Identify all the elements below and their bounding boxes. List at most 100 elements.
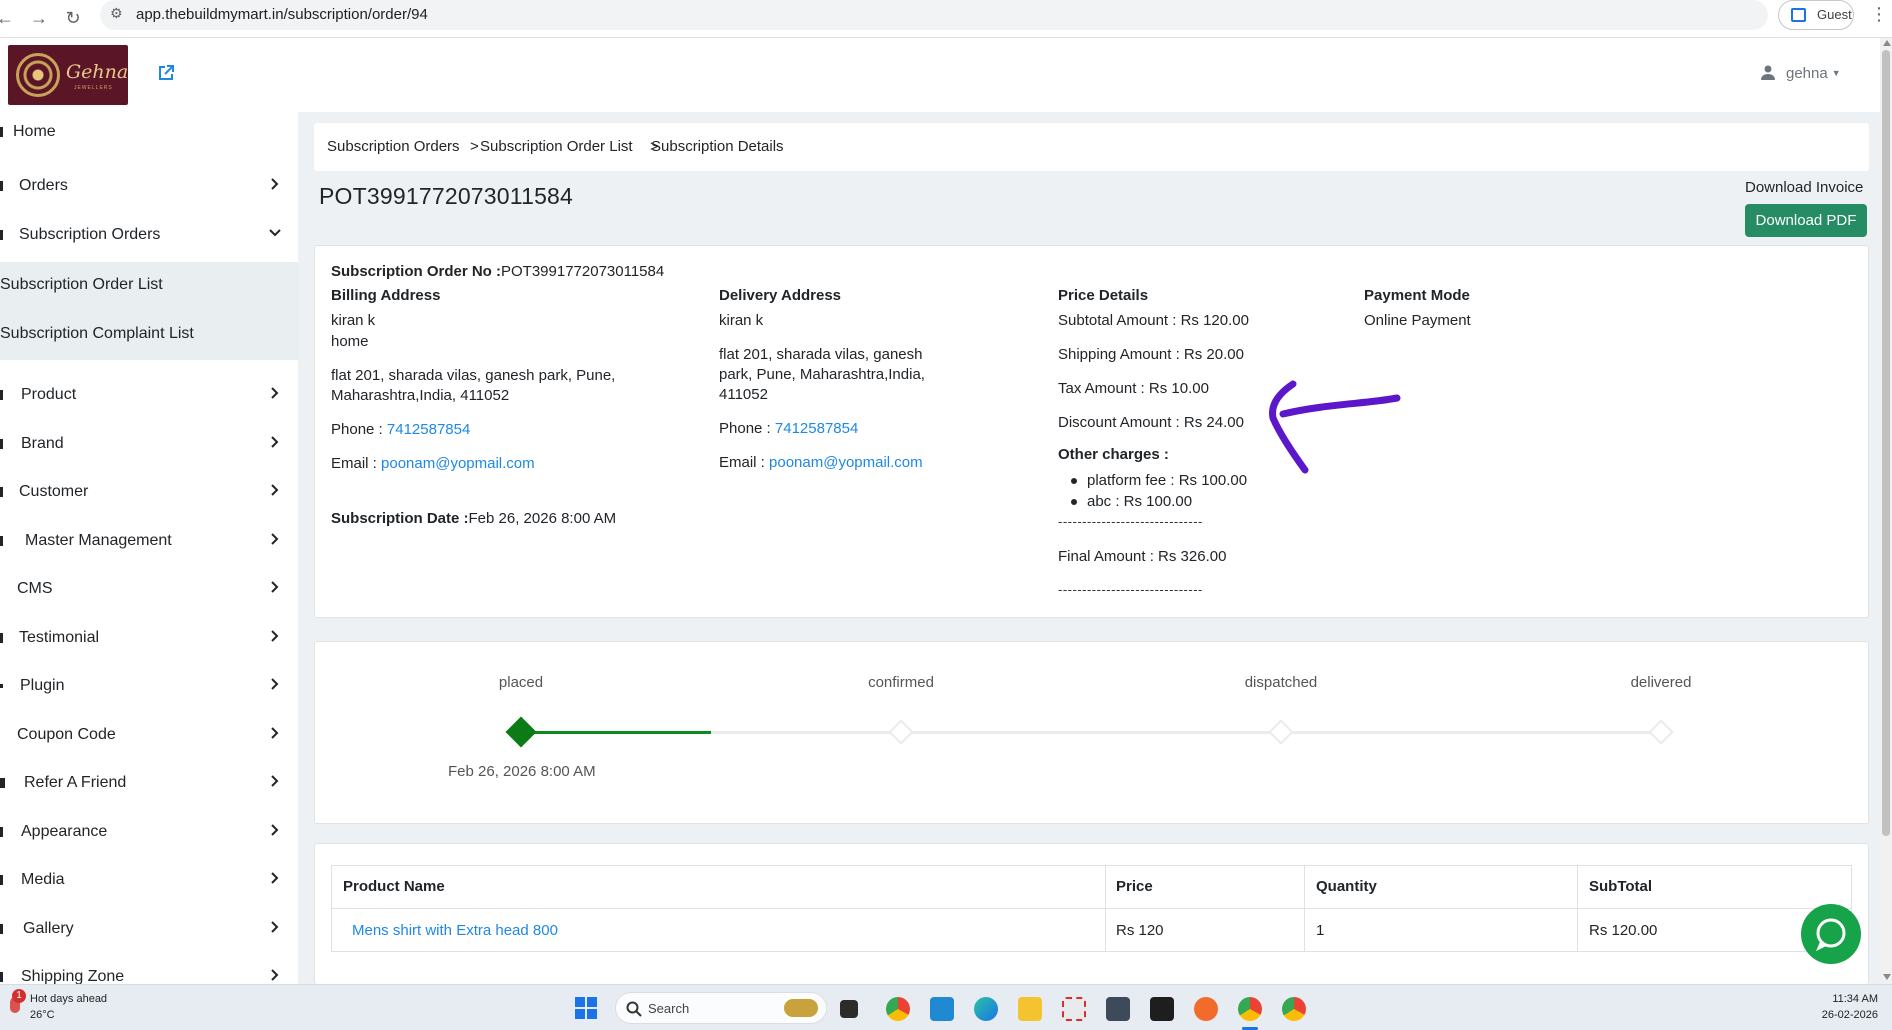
chat-bubble-icon <box>1816 918 1846 952</box>
chrome-profile-icon[interactable] <box>1282 997 1306 1021</box>
postman-icon[interactable] <box>1194 997 1218 1021</box>
sidebar-label: Plugin <box>20 677 65 694</box>
order-no-label: Subscription Order No : <box>331 263 502 280</box>
product-price: Rs 120 <box>1116 922 1164 939</box>
shipping-icon <box>0 972 3 982</box>
chrome-active-icon[interactable] <box>1238 997 1262 1021</box>
profile-button[interactable]: Guest <box>1778 0 1854 30</box>
chevron-right-icon <box>271 484 279 496</box>
discount-amount: Discount Amount : Rs 24.00 <box>1058 414 1244 431</box>
delivery-phone-link[interactable]: 7412587854 <box>775 420 858 437</box>
url-text[interactable]: app.thebuildmymart.in/subscription/order… <box>136 6 428 23</box>
column-header-price: Price <box>1116 878 1153 895</box>
logo-emblem <box>16 53 60 97</box>
subscription-date-label: Subscription Date : <box>331 510 469 527</box>
chevron-right-icon <box>271 727 279 739</box>
orders-icon <box>0 181 3 191</box>
delivery-email-link[interactable]: poonam@yopmail.com <box>769 454 923 471</box>
chevron-right-icon <box>271 581 279 593</box>
billing-phone-link[interactable]: 7412587854 <box>387 421 470 438</box>
task-view-icon[interactable] <box>840 1000 858 1018</box>
billing-email-link[interactable]: poonam@yopmail.com <box>381 455 535 472</box>
media-icon <box>0 875 3 885</box>
sidebar-label: Refer A Friend <box>24 774 127 791</box>
chevron-right-icon <box>271 678 279 690</box>
windows-start-icon[interactable] <box>574 996 598 1020</box>
address-bar[interactable]: ⚙ app.thebuildmymart.in/subscription/ord… <box>100 0 1768 30</box>
products-table: Product Name Price Quantity SubTotal Men… <box>331 865 1852 952</box>
annotation-arrow-icon <box>1269 380 1401 474</box>
reload-icon[interactable]: ↻ <box>60 5 86 31</box>
table-divider <box>1577 866 1578 951</box>
sidebar-item-subscription-orders[interactable]: Subscription Orders <box>0 215 298 255</box>
payment-mode: Online Payment <box>1364 312 1471 329</box>
sidebar-item-gallery[interactable]: Gallery <box>0 909 298 949</box>
subtotal-amount: Subtotal Amount : Rs 120.00 <box>1058 312 1249 329</box>
table-divider <box>1304 866 1305 951</box>
forward-icon[interactable]: → <box>26 5 52 31</box>
sidebar-item-plugin[interactable]: Plugin <box>0 666 298 706</box>
timeline-step-placed: placed <box>498 674 544 691</box>
sidebar-subitem-subscription-order-list[interactable]: Subscription Order List <box>0 262 298 311</box>
appearance-icon <box>0 827 3 837</box>
sidebar-item-testimonial[interactable]: Testimonial <box>0 618 298 658</box>
browser-menu-icon[interactable]: ⋮ <box>1870 4 1888 25</box>
taskbar-search[interactable]: Search <box>615 992 827 1024</box>
weather-temp: 26°C <box>30 1009 55 1021</box>
testimonial-icon <box>0 633 3 643</box>
site-settings-icon[interactable]: ⚙ <box>110 5 123 22</box>
sidebar-item-cms[interactable]: CMS <box>0 569 298 609</box>
sidebar-subitem-subscription-complaint-list[interactable]: Subscription Complaint List <box>0 311 298 360</box>
terminal-icon[interactable] <box>1150 997 1174 1021</box>
brand-logo[interactable]: Gehna JEWELLERS <box>8 45 128 105</box>
scroll-up-icon[interactable] <box>1883 40 1891 46</box>
billing-heading: Billing Address <box>331 287 441 304</box>
sidebar-item-coupon-code[interactable]: Coupon Code <box>0 715 298 755</box>
search-highlight-icon <box>784 999 818 1017</box>
sidebar-item-master-management[interactable]: Master Management <box>0 521 298 561</box>
sidebar-label: Appearance <box>21 823 108 840</box>
other-charge-item: platform fee : Rs 100.00 <box>1087 472 1248 489</box>
chrome-icon[interactable] <box>886 997 910 1021</box>
system-clock[interactable]: 11:34 AM 26-02-2026 <box>1806 993 1878 1021</box>
sidebar-item-appearance[interactable]: Appearance <box>0 812 298 852</box>
external-link-icon[interactable] <box>157 64 175 82</box>
timeline-placed-date: Feb 26, 2026 8:00 AM <box>448 763 596 780</box>
breadcrumb-subscription-orders[interactable]: Subscription Orders <box>327 138 460 155</box>
edge-icon[interactable] <box>974 997 998 1021</box>
billing-address-type: home <box>331 333 369 350</box>
billing-phone: Phone : 7412587854 <box>331 421 470 438</box>
chevron-right-icon <box>271 824 279 836</box>
notepad-icon[interactable] <box>1106 997 1130 1021</box>
download-pdf-button[interactable]: Download PDF <box>1745 204 1867 237</box>
breadcrumb-subscription-order-list[interactable]: Subscription Order List <box>480 138 633 155</box>
product-quantity: 1 <box>1316 922 1325 939</box>
scroll-down-icon[interactable] <box>1883 974 1891 980</box>
clock-date: 26-02-2026 <box>1821 1009 1878 1021</box>
sidebar-item-product[interactable]: Product <box>0 375 298 415</box>
back-icon[interactable]: ← <box>0 5 18 31</box>
sidebar-item-brand[interactable]: Brand <box>0 424 298 464</box>
sidebar-item-shipping-zone[interactable]: Shipping Zone <box>0 957 298 984</box>
sidebar-label: CMS <box>17 580 53 597</box>
file-explorer-icon[interactable] <box>1018 997 1042 1021</box>
product-subtotal: Rs 120.00 <box>1589 922 1658 939</box>
timeline-step-delivered: delivered <box>1630 674 1692 691</box>
sidebar-item-customer[interactable]: Customer <box>0 472 298 512</box>
sidebar-item-refer-a-friend[interactable]: Refer A Friend <box>0 763 298 803</box>
chat-widget-button[interactable] <box>1801 904 1861 964</box>
product-name-link[interactable]: Mens shirt with Extra head 800 <box>352 922 558 939</box>
refer-icon <box>0 778 5 788</box>
sidebar-item-home[interactable]: Home <box>0 112 298 152</box>
chevron-right-icon <box>271 872 279 884</box>
sidebar-label: Subscription Orders <box>19 226 161 243</box>
sidebar-label: Shipping Zone <box>21 968 125 984</box>
payment-heading: Payment Mode <box>1364 287 1470 304</box>
sidebar-item-media[interactable]: Media <box>0 860 298 900</box>
user-menu[interactable]: gehna ▼ <box>1760 64 1841 82</box>
browser-toolbar: ← → ↻ ⚙ app.thebuildmymart.in/subscripti… <box>0 0 1892 38</box>
vscode-icon[interactable] <box>930 997 954 1021</box>
snipping-tool-icon[interactable] <box>1062 997 1086 1021</box>
scroll-thumb[interactable] <box>1882 50 1890 836</box>
sidebar-item-orders[interactable]: Orders <box>0 166 298 206</box>
